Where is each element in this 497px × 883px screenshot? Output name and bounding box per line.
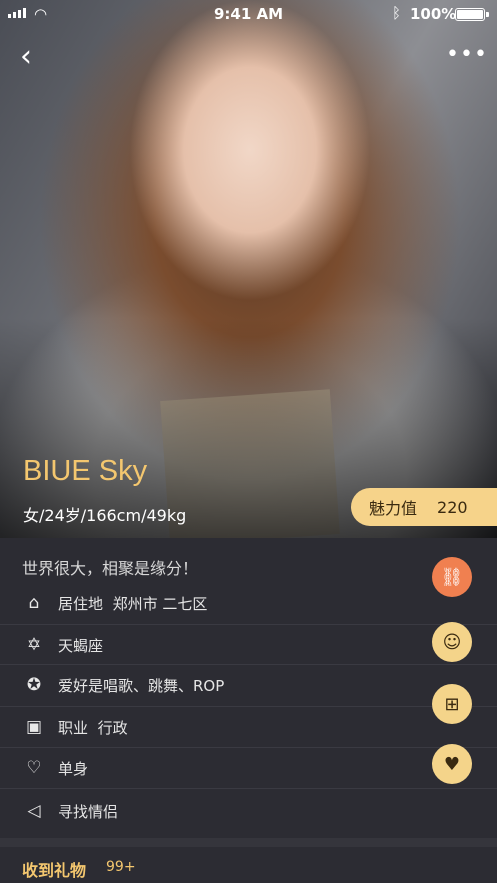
detail-value: 行政 [97,719,128,737]
status-bar: ◠ 9:41 AM ᛒ 100% [0,0,497,30]
speaker-icon: ◁ [27,801,41,821]
detail-row-residence: ⌂ 居住地 郑州市 二七区 [0,583,497,623]
section-divider [0,838,497,847]
star-circle-icon: ✪ [26,675,42,695]
link-icon: ⛓ [440,566,464,588]
profile-name: BIUE Sky [23,455,148,487]
back-icon[interactable]: ‹ [20,40,48,74]
detail-row-seeking: ◁ 寻找情侣 [0,791,497,831]
like-button[interactable]: ♥ [432,744,472,784]
star-of-david-icon: ✡ [26,635,42,655]
chat-icon: ☺ [442,631,462,653]
detail-label: 职业 [58,719,89,737]
bluetooth-icon: ᛒ [392,4,402,22]
detail-row-zodiac: ✡ 天蝎座 [0,625,497,665]
gifts-count: 99+ [106,859,136,875]
detail-value: 郑州市 二七区 [112,595,208,613]
detail-label: 居住地 [58,595,104,613]
charm-label: 魅力值 [369,499,418,518]
profile-info: 女/24岁/166cm/49kg [23,506,187,525]
gifts-title: 收到礼物 [22,861,87,880]
gifts-section[interactable]: 收到礼物 99+ [0,847,497,883]
battery-percent: 100% [410,5,457,23]
charm-badge: 魅力值 220 [351,488,497,526]
detail-row-job: ▣ 职业 行政 [0,707,497,747]
chat-button[interactable]: ☺ [432,622,472,662]
gift-icon: ⊞ [444,693,460,715]
detail-row-hobby: ✪ 爱好是唱歌、跳舞、ROP [0,665,497,705]
divider [0,788,497,789]
detail-label: 天蝎座 [58,637,104,655]
id-card-icon: ▣ [25,717,43,737]
more-icon[interactable]: ••• [446,44,487,66]
home-icon: ⌂ [28,593,40,613]
charm-value: 220 [437,497,468,517]
detail-row-relationship: ♡ 单身 [0,748,497,788]
profile-motto: 世界很大，相聚是缘分！ [22,559,199,578]
link-button[interactable]: ⛓ [432,557,472,597]
gift-button[interactable]: ⊞ [432,684,472,724]
detail-label: 爱好是唱歌、跳舞、ROP [58,677,225,695]
heart-icon: ♡ [26,758,42,778]
battery-icon [455,8,489,21]
heart-filled-icon: ♥ [443,753,461,775]
detail-label: 单身 [58,760,89,778]
detail-label: 寻找情侣 [58,803,119,821]
